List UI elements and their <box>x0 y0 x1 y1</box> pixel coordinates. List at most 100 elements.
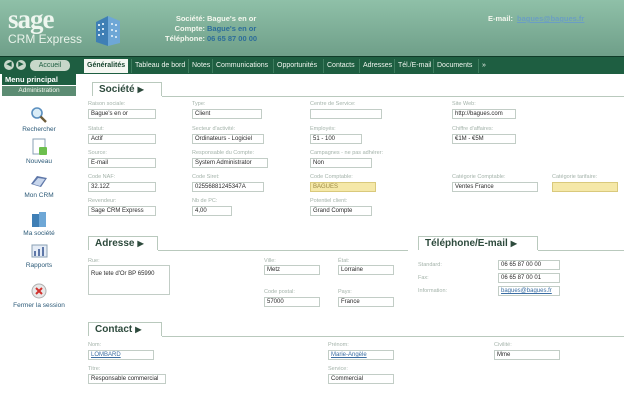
company-icon <box>32 212 46 227</box>
phone-label: Téléphone: <box>164 34 205 43</box>
back-button[interactable]: ◀ <box>4 60 14 70</box>
section-societe-title: Société <box>99 84 135 95</box>
nom-label: Nom: <box>88 342 102 348</box>
sidebar-item-nouveau[interactable]: Nouveau <box>0 138 78 165</box>
tab-tel-email[interactable]: Tél./E-mail <box>394 59 434 73</box>
section-contact-header[interactable]: Contact ▶ <box>88 322 162 336</box>
tab-opportunites[interactable]: Opportunités <box>273 59 320 73</box>
sidebar-item-rapports[interactable]: Rapports <box>0 242 78 269</box>
sidebar: Menu principal Administration Rechercher… <box>0 74 80 396</box>
siret-label: Code Siret: <box>192 174 220 180</box>
expand-arrow-icon: ▶ <box>510 239 517 248</box>
centre-label: Centre de Service: <box>310 101 356 107</box>
email-block: E-mail: bagues@bagues.fr <box>488 14 584 23</box>
codenaf-label: Code NAF: <box>88 174 116 180</box>
employes-field[interactable]: 51 - 100 <box>310 134 362 144</box>
company-info: Société: Bague's en or Compte: Bague's en … <box>130 14 320 44</box>
sage-logo: sage CRM Express <box>8 4 82 47</box>
ca-field[interactable]: €1M - €5M <box>452 134 516 144</box>
pays-field[interactable]: France <box>338 297 394 307</box>
rue-field[interactable]: Rue tete d'Or BP 65990 <box>88 265 170 295</box>
sidebar-item-fermer-session[interactable]: Fermer la session <box>0 282 78 309</box>
sidebar-label-ma-societe: Ma société <box>23 230 55 237</box>
campagnes-field[interactable]: Non <box>310 158 372 168</box>
section-divider <box>162 96 624 97</box>
home-button[interactable]: Accueil <box>30 60 70 71</box>
titre-field[interactable]: Responsable commercial <box>88 374 166 384</box>
potentiel-field[interactable]: Grand Compte <box>310 206 372 216</box>
section-adresse-header[interactable]: Adresse ▶ <box>88 236 158 250</box>
type-field[interactable]: Client <box>192 109 262 119</box>
tab-tableau-de-bord[interactable]: Tableau de bord <box>131 59 188 73</box>
raison-field[interactable]: Bague's en or <box>88 109 156 119</box>
pays-label: Pays: <box>338 289 352 295</box>
service-label: Service: <box>328 366 348 372</box>
tab-generalites[interactable]: Généralités <box>84 59 129 73</box>
expand-arrow-icon: ▶ <box>137 239 144 248</box>
tab-contacts[interactable]: Contacts <box>323 59 358 73</box>
source-field[interactable]: E-mail <box>88 158 156 168</box>
building-icon <box>96 16 120 46</box>
tab-adresses[interactable]: Adresses <box>359 59 395 73</box>
forward-button[interactable]: ▶ <box>16 60 26 70</box>
new-document-icon <box>32 138 47 155</box>
catcompta-field[interactable]: Ventes France <box>452 182 538 192</box>
menu-principal: Menu principal <box>2 74 76 85</box>
secteur-field[interactable]: Ordinateurs - Logiciel <box>192 134 264 144</box>
sidebar-item-ma-societe[interactable]: Ma société <box>0 210 78 237</box>
prenom-field[interactable]: Marie-Angèle <box>328 350 394 360</box>
revendeur-label: Revendeur: <box>88 198 117 204</box>
etat-field[interactable]: Lorraine <box>338 265 394 275</box>
cattarif-field[interactable] <box>552 182 618 192</box>
ville-label: Ville: <box>264 258 276 264</box>
service-field[interactable]: Commercial <box>328 374 394 384</box>
cp-field[interactable]: 57000 <box>264 297 320 307</box>
secteur-label: Secteur d'activité: <box>192 126 236 132</box>
site-field[interactable]: http://bagues.com <box>452 109 516 119</box>
cp-label: Code postal: <box>264 289 295 295</box>
standard-field[interactable]: 06 65 87 00 00 <box>498 260 560 270</box>
nom-field[interactable]: LOMBARD <box>88 350 154 360</box>
comptable-label: Code Comptable: <box>310 174 353 180</box>
ville-field[interactable]: Metz <box>264 265 320 275</box>
info-field[interactable]: bagues@bagues.fr <box>498 286 560 296</box>
email-link[interactable]: bagues@bagues.fr <box>517 14 584 23</box>
section-societe-header[interactable]: Société ▶ <box>92 82 162 96</box>
responsable-field[interactable]: System Administrator <box>192 158 268 168</box>
sidebar-label-mon-crm: Mon CRM <box>24 192 54 199</box>
section-adresse-title: Adresse <box>95 238 135 249</box>
campagnes-label: Campagnes - ne pas adhérer: <box>310 150 384 156</box>
prenom-label: Prénom: <box>328 342 349 348</box>
brand-name: sage <box>8 4 55 34</box>
section-divider <box>162 336 624 337</box>
admin-button[interactable]: Administration <box>2 86 76 96</box>
centre-field[interactable] <box>310 109 382 119</box>
sidebar-label-rapports: Rapports <box>25 262 53 269</box>
sidebar-label-nouveau: Nouveau <box>25 158 53 165</box>
section-contact-title: Contact <box>95 324 133 335</box>
revendeur-field[interactable]: Sage CRM Express <box>88 206 156 216</box>
employes-label: Employés: <box>310 126 336 132</box>
company-value: Bague's en or <box>207 14 257 23</box>
tab-communications[interactable]: Communications <box>212 59 271 73</box>
statut-field[interactable]: Actif <box>88 134 156 144</box>
siret-field[interactable]: 02556881245347A <box>192 182 264 192</box>
civilite-field[interactable]: Mme <box>494 350 560 360</box>
tab-more[interactable]: » <box>478 59 489 73</box>
tab-documents[interactable]: Documents <box>433 59 475 73</box>
sidebar-item-mon-crm[interactable]: Mon CRM <box>0 172 78 199</box>
tab-notes[interactable]: Notes <box>188 59 213 73</box>
sidebar-item-rechercher[interactable]: Rechercher <box>0 106 78 133</box>
catcompta-label: Catégorie Comptable: <box>452 174 506 180</box>
fax-field[interactable]: 06 65 87 00 01 <box>498 273 560 283</box>
account-label: Compte: <box>174 24 205 33</box>
comptable-field[interactable]: BAGUES <box>310 182 376 192</box>
account-link[interactable]: Bague's en or <box>207 24 256 33</box>
nbpc-field[interactable]: 4,00 <box>192 206 232 216</box>
site-label: Site Web: <box>452 101 476 107</box>
standard-label: Standard: <box>418 262 442 268</box>
civilite-label: Civilité: <box>494 342 512 348</box>
codenaf-field[interactable]: 32.12Z <box>88 182 156 192</box>
email-label: E-mail: <box>488 14 514 23</box>
section-telephone-header[interactable]: Téléphone/E-mail ▶ <box>418 236 538 250</box>
